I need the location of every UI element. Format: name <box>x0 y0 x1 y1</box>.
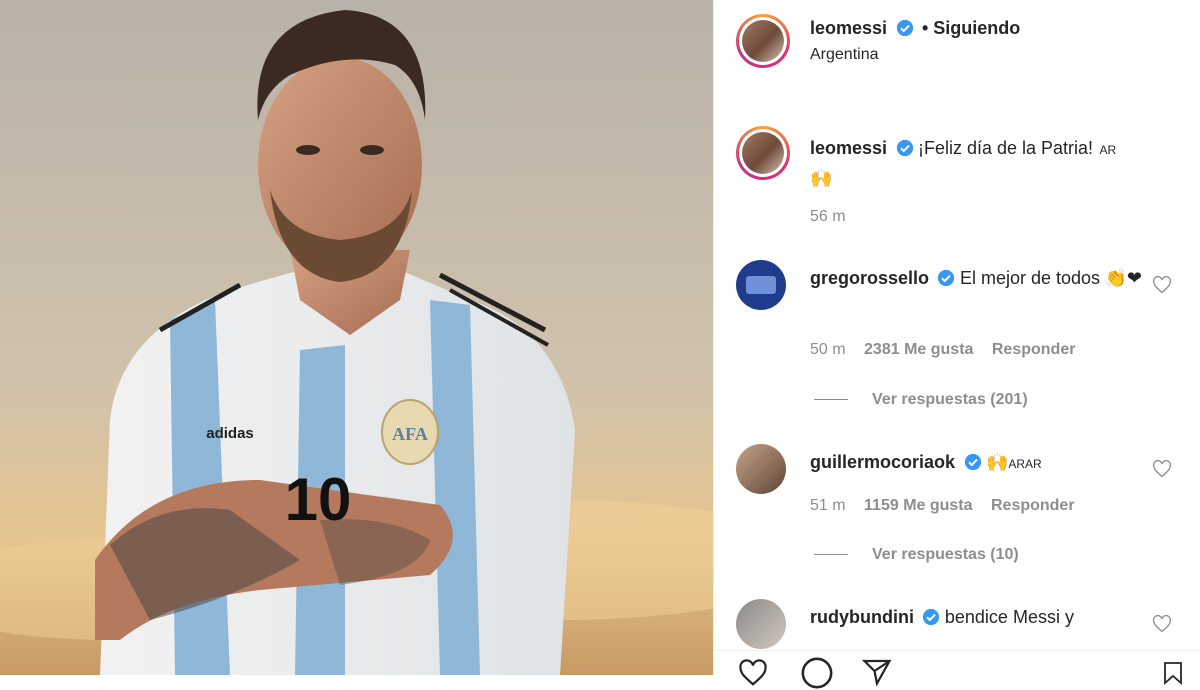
commenter-avatar-guillermocoriaok[interactable] <box>736 444 786 494</box>
adidas-logo-text: adidas <box>206 425 254 442</box>
caption: leomessi ¡Feliz día de la Patria! AR 🙌 <box>810 134 1170 194</box>
comment-bubble-icon[interactable] <box>800 656 834 690</box>
comment-likes[interactable]: 2381 Me gusta <box>864 341 973 358</box>
afa-badge-text: AFA <box>392 424 428 444</box>
comment-username[interactable]: gregorossello <box>810 268 929 288</box>
view-replies-button[interactable]: Ver respuestas (10) <box>814 546 1019 564</box>
jersey-number: 10 <box>285 466 352 533</box>
commenter-avatar-gregorossello[interactable] <box>736 260 786 310</box>
verified-badge-icon <box>896 139 913 157</box>
comment-likes[interactable]: 1159 Me gusta <box>864 497 973 514</box>
verified-badge-icon <box>896 19 913 37</box>
verified-badge-icon <box>938 269 955 287</box>
save-bookmark-icon[interactable] <box>1161 658 1185 688</box>
following-button[interactable]: • Siguiendo <box>922 18 1020 38</box>
commenter-avatar-rudybundini[interactable] <box>736 599 786 649</box>
comment-text: El mejor de todos <box>959 268 1101 288</box>
comment-time[interactable]: 51 m <box>810 497 846 514</box>
caption-time[interactable]: 56 m <box>810 208 846 226</box>
comment-emoji: 🙌 <box>985 452 1009 472</box>
replies-line-divider <box>814 554 848 556</box>
post-panel: leomessi • Siguiendo Argentina leomessi … <box>713 0 1200 689</box>
comment-meta: 50 m 2381 Me gusta Responder <box>810 341 1075 359</box>
like-heart-icon[interactable] <box>736 658 770 688</box>
comment-meta: 51 m 1159 Me gusta Responder <box>810 497 1075 515</box>
caption-username[interactable]: leomessi <box>810 138 887 158</box>
replies-line-divider <box>814 399 848 401</box>
share-paper-plane-icon[interactable] <box>860 656 894 686</box>
reply-button[interactable]: Responder <box>992 341 1076 358</box>
raised-hands-emoji: 🙌 <box>810 168 833 188</box>
comment-time[interactable]: 50 m <box>810 341 846 358</box>
post-author-username[interactable]: leomessi <box>810 18 887 38</box>
view-replies-label: Ver respuestas (201) <box>872 391 1028 408</box>
comment-3: rudybundini bendice Messi y <box>810 603 1150 633</box>
like-comment-heart-icon[interactable] <box>1152 459 1172 479</box>
argentina-flags: ARAR <box>1008 457 1042 471</box>
caption-text: ¡Feliz día de la Patria! <box>917 138 1094 158</box>
like-comment-heart-icon[interactable] <box>1152 275 1172 295</box>
reply-button[interactable]: Responder <box>991 497 1075 514</box>
comment-2: guillermocoriaok 🙌ARAR <box>810 448 1150 478</box>
argentina-flag: AR <box>1099 143 1117 157</box>
caption-author-avatar[interactable] <box>736 126 790 180</box>
comment-username[interactable]: guillermocoriaok <box>810 452 955 472</box>
comment-username[interactable]: rudybundini <box>810 607 914 627</box>
comment-emoji: 👏❤ <box>1104 268 1142 288</box>
view-replies-label: Ver respuestas (10) <box>872 546 1019 563</box>
verified-badge-icon <box>964 453 981 471</box>
post-photo[interactable]: AFA adidas 10 <box>0 0 713 675</box>
comment-text: bendice Messi y <box>944 607 1074 627</box>
post-author-avatar[interactable] <box>736 14 790 68</box>
like-comment-heart-icon[interactable] <box>1152 614 1172 634</box>
view-replies-button[interactable]: Ver respuestas (201) <box>814 391 1028 409</box>
post-action-bar <box>714 650 1200 689</box>
verified-badge-icon <box>923 608 940 626</box>
comment-1: gregorossello El mejor de todos 👏❤ <box>810 264 1150 294</box>
post-header-info: leomessi • Siguiendo <box>810 18 1020 39</box>
post-location[interactable]: Argentina <box>810 46 879 64</box>
